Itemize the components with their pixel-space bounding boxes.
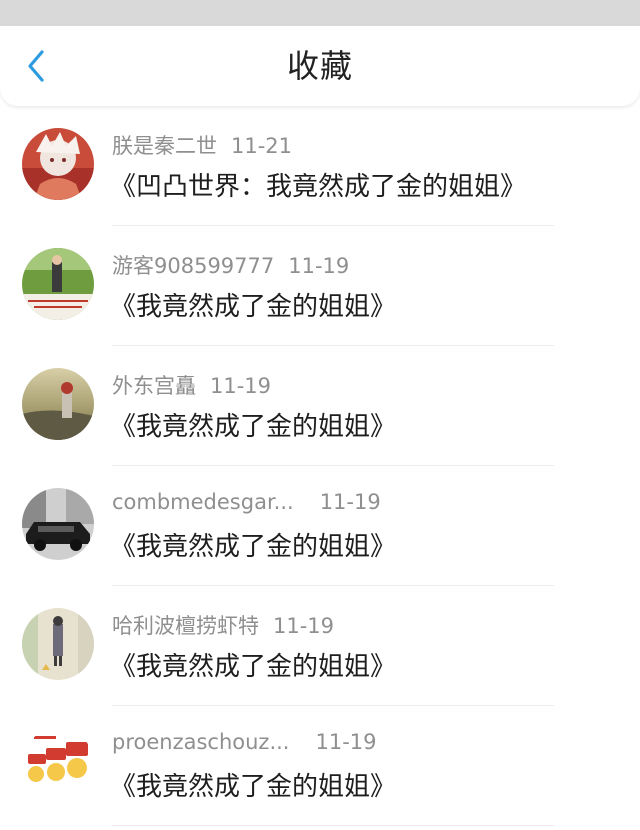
list-item[interactable]: 朕是秦二世 11-21 《凹凸世界：我竟然成了金的姐姐》 (0, 106, 640, 226)
item-meta: proenzaschouz... 11-19 (112, 730, 377, 760)
book-title[interactable]: 《我竟然成了金的姐姐》 (110, 526, 396, 563)
list-item[interactable]: 外东宫矗 11-19 《我竟然成了金的姐姐》 (0, 346, 640, 466)
list-item[interactable]: 哈利波檀捞虾特 11-19 《我竟然成了金的姐姐》 (0, 586, 640, 706)
date: 11-19 (319, 490, 381, 514)
avatar[interactable] (22, 488, 94, 560)
username[interactable]: 游客908599777 (112, 254, 274, 278)
item-meta: 朕是秦二世 11-21 (112, 130, 292, 160)
item-meta: 哈利波檀捞虾特 11-19 (112, 610, 334, 640)
avatar[interactable] (22, 728, 94, 800)
book-title[interactable]: 《我竟然成了金的姐姐》 (110, 286, 396, 323)
username[interactable]: proenzaschouz... (112, 730, 289, 754)
book-title[interactable]: 《我竟然成了金的姐姐》 (110, 766, 396, 803)
avatar[interactable] (22, 248, 94, 320)
username[interactable]: combmedesgar... (112, 490, 294, 514)
item-meta: 游客908599777 11-19 (112, 250, 349, 280)
top-bar: 收藏 (0, 26, 640, 106)
username[interactable]: 哈利波檀捞虾特 (112, 614, 259, 638)
date: 11-19 (315, 730, 377, 754)
page-title: 收藏 (286, 47, 353, 85)
date: 11-19 (210, 374, 272, 398)
book-title[interactable]: 《凹凸世界：我竟然成了金的姐姐》 (110, 166, 526, 203)
avatar[interactable] (22, 128, 94, 200)
date: 11-19 (273, 614, 335, 638)
item-meta: 外东宫矗 11-19 (112, 370, 271, 400)
username[interactable]: 外东宫矗 (112, 374, 196, 398)
status-bar (0, 0, 640, 26)
list-item[interactable]: 游客908599777 11-19 《我竟然成了金的姐姐》 (0, 226, 640, 346)
book-title[interactable]: 《我竟然成了金的姐姐》 (110, 406, 396, 443)
favorites-list: 朕是秦二世 11-21 《凹凸世界：我竟然成了金的姐姐》 游客908599777 1… (0, 106, 640, 826)
list-item[interactable]: proenzaschouz... 11-19 《我竟然成了金的姐姐》 (0, 706, 640, 826)
item-meta: combmedesgar... 11-19 (112, 490, 381, 520)
divider (112, 825, 554, 826)
avatar[interactable] (22, 608, 94, 680)
username[interactable]: 朕是秦二世 (112, 134, 217, 158)
book-title[interactable]: 《我竟然成了金的姐姐》 (110, 646, 396, 683)
date: 11-19 (288, 254, 350, 278)
list-item[interactable]: combmedesgar... 11-19 《我竟然成了金的姐姐》 (0, 466, 640, 586)
avatar[interactable] (22, 368, 94, 440)
date: 11-21 (231, 134, 293, 158)
